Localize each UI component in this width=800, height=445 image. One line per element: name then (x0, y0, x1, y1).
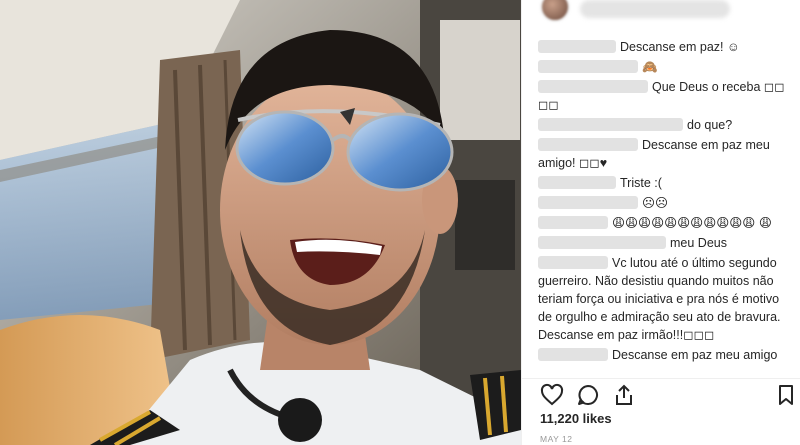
comment-username-redacted[interactable] (538, 236, 666, 249)
comment-username-redacted[interactable] (538, 256, 608, 269)
comment-username-redacted[interactable] (538, 60, 638, 73)
comment-username-redacted[interactable] (538, 216, 608, 229)
comment-text: meu Deus (670, 236, 727, 250)
comment-text: ☹☹ (642, 196, 669, 210)
post-sidebar: Descanse em paz! ☺ 🙈 Que Deus o receba ◻◻ … (521, 0, 800, 445)
comment-username-redacted[interactable] (538, 80, 648, 93)
username-redacted[interactable] (580, 0, 730, 18)
post-photo[interactable] (0, 0, 521, 445)
comment-username-redacted[interactable] (538, 196, 638, 209)
pilot-selfie-image (0, 0, 521, 445)
comment-item: Descanse em paz meu amigo! ◻◻♥ (538, 136, 796, 172)
comment-item: Descanse em paz meu amigo (538, 346, 796, 364)
post-date[interactable]: MAY 12 (540, 434, 572, 444)
comment-username-redacted[interactable] (538, 118, 683, 131)
comment-username-redacted[interactable] (538, 40, 616, 53)
avatar[interactable] (540, 0, 570, 22)
comment-text: Descanse em paz! ☺ (620, 40, 740, 54)
comment-username-redacted[interactable] (538, 176, 616, 189)
comment-item: do que? (538, 116, 796, 134)
comment-text: 😩😩😩😩😩😩😩😩😩😩😩 😩 (612, 216, 772, 230)
comment-username-redacted[interactable] (538, 138, 638, 151)
comment-text: 🙈 (642, 60, 658, 74)
comment-item: meu Deus (538, 234, 796, 252)
comment-item: Vc lutou até o último segundo guerreiro.… (538, 254, 796, 344)
comment-item: 😩😩😩😩😩😩😩😩😩😩😩 😩 (538, 214, 796, 232)
action-bar (522, 378, 800, 408)
comment-item: Descanse em paz! ☺ (538, 38, 796, 56)
comment-icon[interactable] (576, 383, 600, 407)
heart-icon[interactable] (540, 383, 564, 407)
bookmark-icon[interactable] (774, 383, 798, 407)
comment-text: Descanse em paz meu amigo (612, 348, 778, 362)
comment-text: Triste :( (620, 176, 662, 190)
likes-count[interactable]: 11,220 likes (540, 411, 612, 426)
comment-item: 🙈 (538, 58, 796, 76)
comment-item: Triste :( (538, 174, 796, 192)
comment-item: Que Deus o receba ◻◻ ◻◻ (538, 78, 796, 114)
comment-text: do que? (687, 118, 733, 132)
comment-username-redacted[interactable] (538, 348, 608, 361)
share-icon[interactable] (612, 383, 636, 407)
post-header (522, 0, 800, 30)
comments-list[interactable]: Descanse em paz! ☺ 🙈 Que Deus o receba ◻◻ … (538, 38, 796, 376)
comment-item: ☹☹ (538, 194, 796, 212)
